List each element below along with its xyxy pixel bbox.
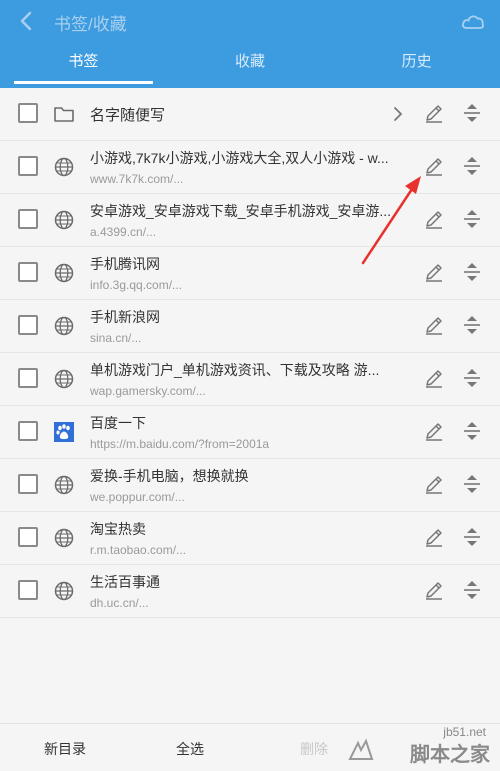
page-title: 书签/收藏 [54, 15, 127, 34]
row-checkbox[interactable] [18, 156, 38, 176]
cloud-sync-icon[interactable] [460, 10, 486, 32]
globe-icon [54, 369, 74, 389]
tab-history[interactable]: 历史 [333, 42, 500, 88]
folder-icon [54, 107, 74, 122]
title-bar: 书签/收藏 [0, 0, 500, 42]
bookmark-url: www.7k7k.com/... [90, 172, 184, 186]
bookmark-row[interactable]: 手机腾讯网 info.3g.qq.com/... [0, 247, 500, 300]
drag-sort-icon[interactable] [461, 367, 483, 389]
folder-name: 名字随便写 [90, 107, 166, 124]
bookmark-url: wap.gamersky.com/... [90, 384, 206, 398]
watermark-logo-icon [348, 738, 374, 760]
edit-pencil-icon[interactable] [423, 261, 445, 283]
watermark: jb51.net 脚本之家 [346, 723, 496, 769]
edit-pencil-icon[interactable] [423, 155, 445, 177]
edit-pencil-icon[interactable] [423, 473, 445, 495]
bookmark-title: 手机腾讯网 [90, 256, 160, 272]
bookmark-row[interactable]: 爱换-手机电脑，想换就换 we.poppur.com/... [0, 459, 500, 512]
row-checkbox[interactable] [18, 527, 38, 547]
delete-button[interactable]: 删除 [300, 739, 328, 759]
bookmark-url: we.poppur.com/... [90, 490, 185, 504]
bottom-action-bar: 新目录 全选 删除 jb51.net 脚本之家 [0, 723, 500, 771]
bookmark-row[interactable]: 百度一下 https://m.baidu.com/?from=2001a [0, 406, 500, 459]
edit-pencil-icon[interactable] [423, 526, 445, 548]
drag-sort-icon[interactable] [461, 208, 483, 230]
bookmark-row[interactable]: 安卓游戏_安卓游戏下载_安卓手机游戏_安卓游... a.4399.cn/... [0, 194, 500, 247]
drag-sort-icon[interactable] [461, 579, 483, 601]
globe-icon [54, 475, 74, 495]
drag-sort-icon[interactable] [461, 473, 483, 495]
row-checkbox[interactable] [18, 580, 38, 600]
select-all-button[interactable]: 全选 [176, 739, 204, 759]
bookmark-url: dh.uc.cn/... [90, 596, 149, 610]
drag-sort-icon[interactable] [461, 314, 483, 336]
watermark-site: jb51.net [443, 725, 486, 739]
bookmark-url: https://m.baidu.com/?from=2001a [90, 437, 270, 451]
bookmark-row[interactable]: 生活百事通 dh.uc.cn/... [0, 565, 500, 618]
bookmark-title: 安卓游戏_安卓游戏下载_安卓手机游戏_安卓游... [90, 203, 392, 219]
globe-icon [54, 210, 74, 230]
globe-icon [54, 581, 74, 601]
bookmark-url: r.m.taobao.com/... [90, 543, 187, 557]
globe-icon [54, 157, 74, 177]
bookmark-url: a.4399.cn/... [90, 225, 157, 239]
bookmark-url: info.3g.qq.com/... [90, 278, 183, 292]
bookmark-title: 手机新浪网 [90, 309, 160, 325]
globe-icon [54, 316, 74, 336]
bookmark-list: 名字随便写 小游戏,7k7k小游戏,小游戏大全,双人小游戏 - w... www… [0, 88, 500, 618]
drag-sort-icon[interactable] [461, 420, 483, 442]
edit-pencil-icon[interactable] [423, 420, 445, 442]
drag-sort-icon[interactable] [461, 155, 483, 177]
tab-bar: 书签 收藏 历史 [0, 42, 500, 88]
bookmark-title: 小游戏,7k7k小游戏,小游戏大全,双人小游戏 - w... [90, 150, 389, 166]
bookmark-title: 淘宝热卖 [90, 521, 146, 537]
tab-bookmarks[interactable]: 书签 [0, 42, 167, 88]
drag-sort-icon[interactable] [461, 526, 483, 548]
bookmark-title: 爱换-手机电脑，想换就换 [90, 468, 249, 484]
bookmark-title: 单机游戏门户_单机游戏资讯、下载及攻略 游... [90, 362, 380, 378]
globe-icon [54, 528, 74, 548]
edit-pencil-icon[interactable] [423, 579, 445, 601]
drag-sort-icon[interactable] [461, 261, 483, 283]
row-checkbox[interactable] [18, 421, 38, 441]
row-checkbox[interactable] [18, 368, 38, 388]
bookmark-title: 百度一下 [90, 415, 146, 431]
row-checkbox[interactable] [18, 262, 38, 282]
top-bar: 书签/收藏 书签 收藏 历史 [0, 0, 500, 88]
bookmark-title: 生活百事通 [90, 574, 160, 590]
folder-row[interactable]: 名字随便写 [0, 88, 500, 141]
chevron-right-icon[interactable] [389, 105, 407, 123]
back-arrow-icon[interactable] [14, 8, 40, 34]
watermark-brand: 脚本之家 [410, 744, 490, 766]
bookmark-row[interactable]: 手机新浪网 sina.cn/... [0, 300, 500, 353]
edit-pencil-icon[interactable] [423, 367, 445, 389]
globe-icon [54, 263, 74, 283]
bookmark-row[interactable]: 单机游戏门户_单机游戏资讯、下载及攻略 游... wap.gamersky.co… [0, 353, 500, 406]
bookmark-row[interactable]: 小游戏,7k7k小游戏,小游戏大全,双人小游戏 - w... www.7k7k.… [0, 141, 500, 194]
bookmark-row[interactable]: 淘宝热卖 r.m.taobao.com/... [0, 512, 500, 565]
tab-favorites[interactable]: 收藏 [167, 42, 334, 88]
edit-pencil-icon[interactable] [423, 314, 445, 336]
row-checkbox[interactable] [18, 209, 38, 229]
row-checkbox[interactable] [18, 315, 38, 335]
edit-pencil-icon[interactable] [423, 208, 445, 230]
baidu-paw-icon [54, 422, 74, 442]
drag-sort-icon[interactable] [461, 102, 483, 124]
new-folder-button[interactable]: 新目录 [44, 739, 86, 759]
edit-pencil-icon[interactable] [423, 102, 445, 124]
bookmark-url: sina.cn/... [90, 331, 142, 345]
row-checkbox[interactable] [18, 103, 38, 123]
row-checkbox[interactable] [18, 474, 38, 494]
